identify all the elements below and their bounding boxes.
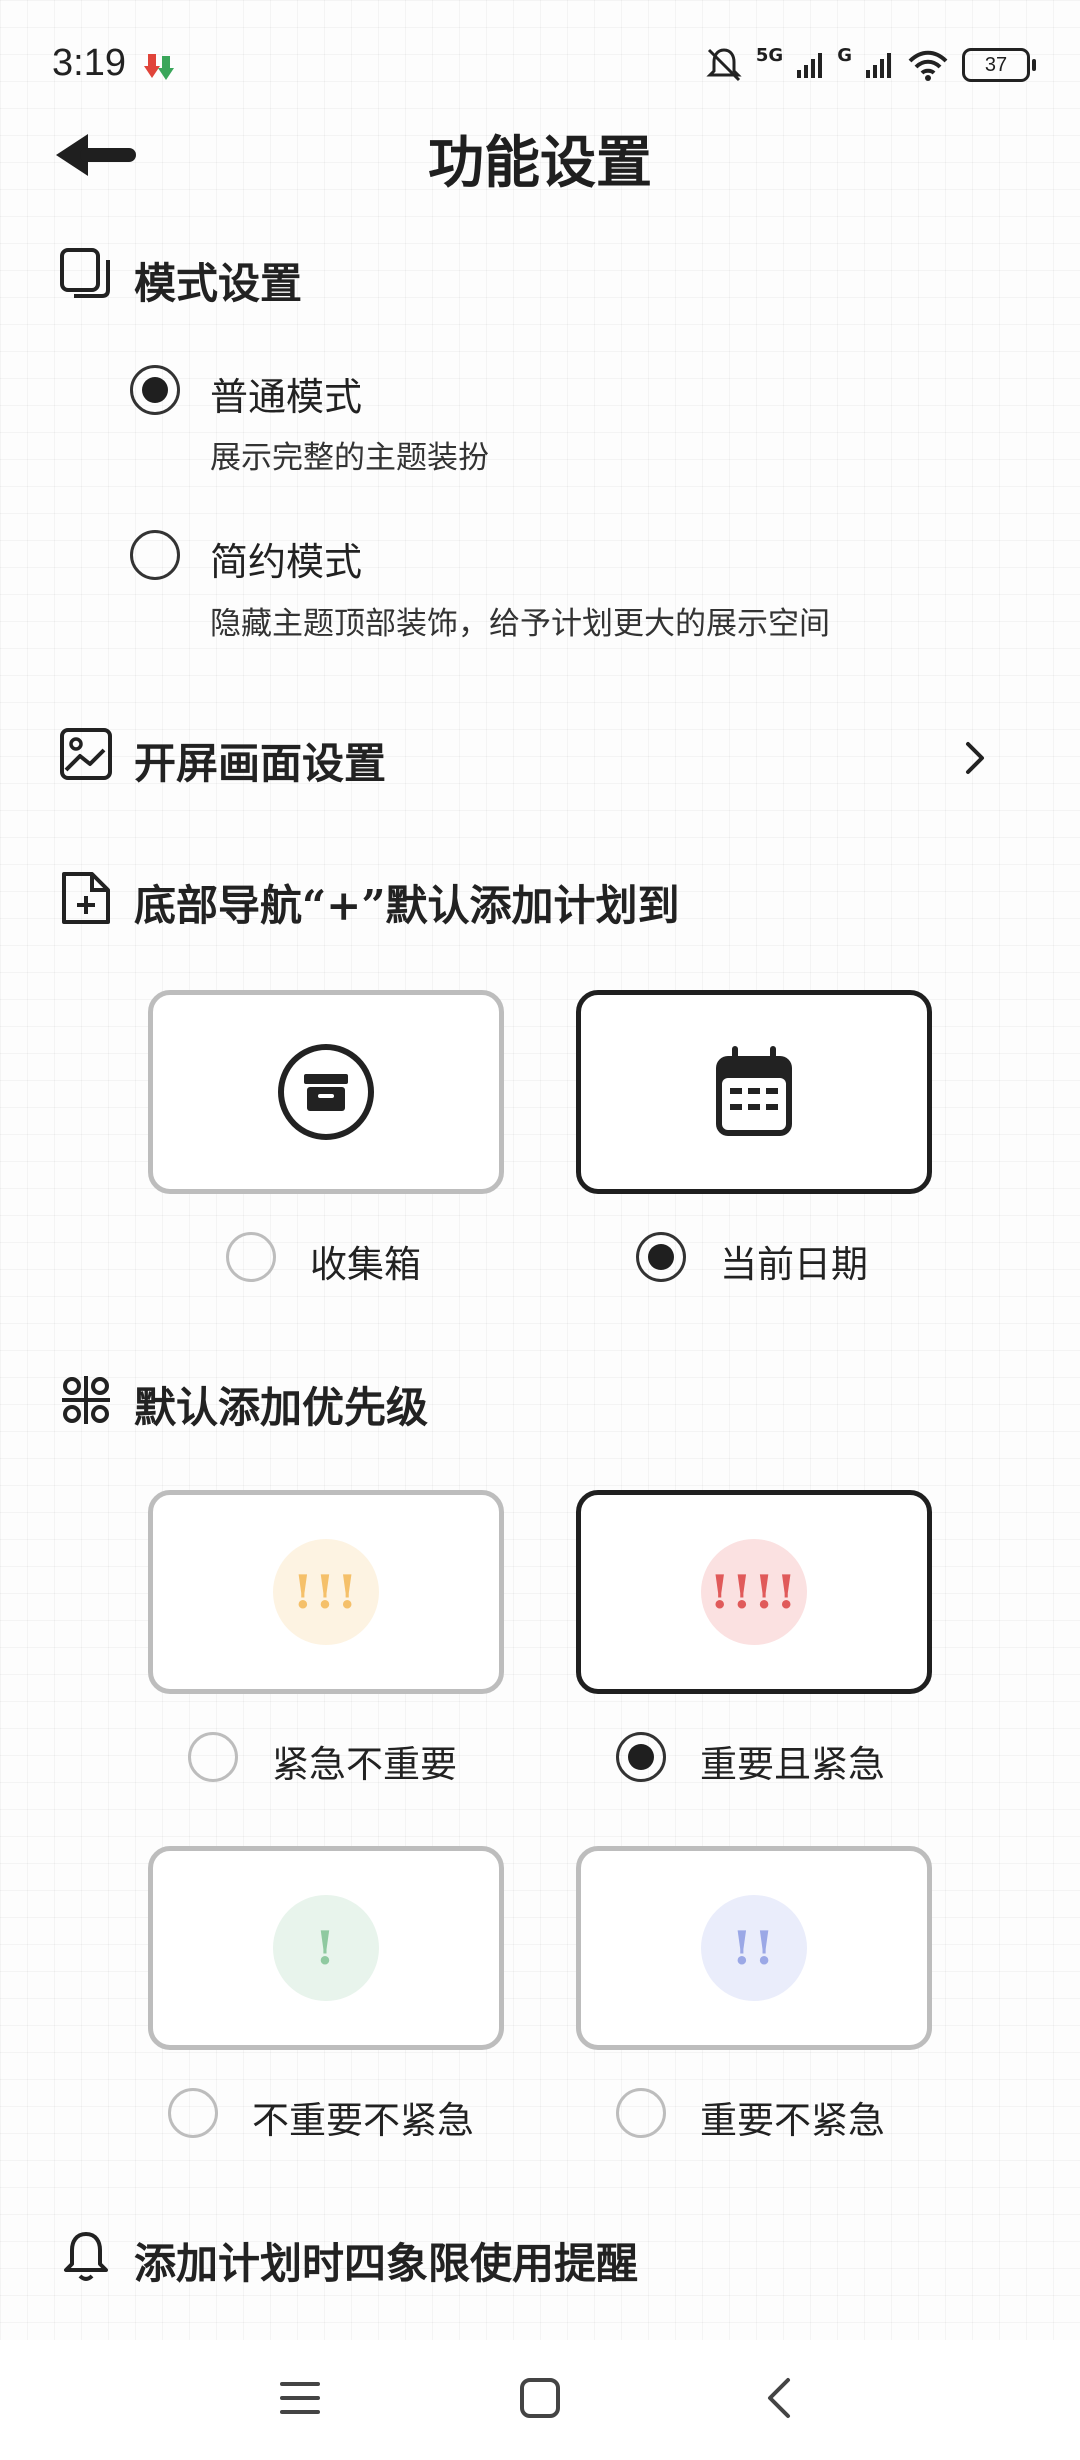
calendar-icon — [716, 1046, 792, 1136]
mode-section-title: 模式设置 — [134, 259, 303, 308]
priority-badge: ! — [273, 1895, 379, 2001]
priority-card-urgent-not-important[interactable]: !!! — [148, 1490, 504, 1694]
radio-urgent-not-important[interactable] — [188, 1732, 238, 1782]
priority-card-not-important-not-urgent[interactable]: ! — [148, 1846, 504, 2050]
network-g-label: G — [837, 44, 852, 66]
back-nav-icon[interactable] — [758, 2376, 802, 2420]
priority-grid-icon — [62, 1376, 110, 1424]
radio-important-urgent[interactable] — [616, 1732, 666, 1782]
download-app-icon — [144, 54, 174, 80]
priority-card-important-not-urgent[interactable]: !! — [576, 1846, 932, 2050]
splash-section-title: 开屏画面设置 — [134, 739, 387, 788]
radio-inbox[interactable] — [226, 1232, 276, 1282]
simple-mode-desc: 隐藏主题顶部装饰，给予计划更大的展示空间 — [210, 606, 830, 642]
priority-section-title: 默认添加优先级 — [134, 1383, 429, 1432]
important-urgent-label[interactable]: 重要且紧急 — [700, 1734, 885, 1788]
splash-settings-row[interactable]: 开屏画面设置 — [40, 700, 1040, 810]
urgent-not-important-label[interactable]: 紧急不重要 — [272, 1734, 457, 1788]
normal-mode-label[interactable]: 普通模式 — [210, 366, 362, 421]
radio-not-important-not-urgent[interactable] — [168, 2088, 218, 2138]
signal-icon — [797, 53, 823, 78]
battery-level: 37 — [984, 53, 1008, 76]
priority-badge: !! — [701, 1895, 807, 2001]
menu-icon[interactable] — [278, 2376, 322, 2420]
status-time: 3:19 — [52, 42, 126, 84]
not-important-not-urgent-label[interactable]: 不重要不紧急 — [252, 2090, 474, 2144]
priority-badge: !!! — [273, 1539, 379, 1645]
file-add-icon — [62, 872, 110, 924]
radio-current-date[interactable] — [636, 1232, 686, 1282]
image-icon — [60, 728, 112, 780]
inbox-icon — [278, 1044, 374, 1140]
wifi-icon — [908, 50, 948, 81]
important-not-urgent-label[interactable]: 重要不紧急 — [700, 2090, 885, 2144]
calendar-card[interactable] — [576, 990, 932, 1194]
signal-icon-2 — [866, 53, 891, 78]
bell-icon — [64, 2232, 108, 2281]
inbox-card[interactable] — [148, 990, 504, 1194]
reminder-section-title: 添加计划时四象限使用提醒 — [134, 2239, 639, 2288]
radio-important-not-urgent[interactable] — [616, 2088, 666, 2138]
radio-simple-mode[interactable] — [130, 530, 180, 580]
inbox-label[interactable]: 收集箱 — [310, 1234, 421, 1288]
priority-badge: !!!! — [701, 1539, 807, 1645]
normal-mode-desc: 展示完整的主题装扮 — [210, 440, 489, 476]
nav-add-section-title: 底部导航“+”默认添加计划到 — [134, 881, 680, 930]
copy-icon — [60, 248, 110, 298]
status-icons: 5G G 37 — [704, 40, 1036, 90]
mute-bell-icon — [706, 48, 742, 82]
page-title: 功能设置 — [428, 130, 652, 196]
current-date-label[interactable]: 当前日期 — [720, 1234, 868, 1288]
simple-mode-label[interactable]: 简约模式 — [210, 531, 362, 586]
priority-card-important-urgent[interactable]: !!!! — [576, 1490, 932, 1694]
chevron-right-icon — [966, 742, 984, 774]
home-icon[interactable] — [518, 2376, 562, 2420]
system-nav-bar — [0, 2340, 1080, 2460]
radio-normal-mode[interactable] — [130, 365, 180, 415]
battery-indicator: 37 — [962, 48, 1036, 82]
status-bar: 3:19 5G G 37 — [0, 0, 1080, 100]
network-5g-label: 5G — [755, 44, 784, 66]
